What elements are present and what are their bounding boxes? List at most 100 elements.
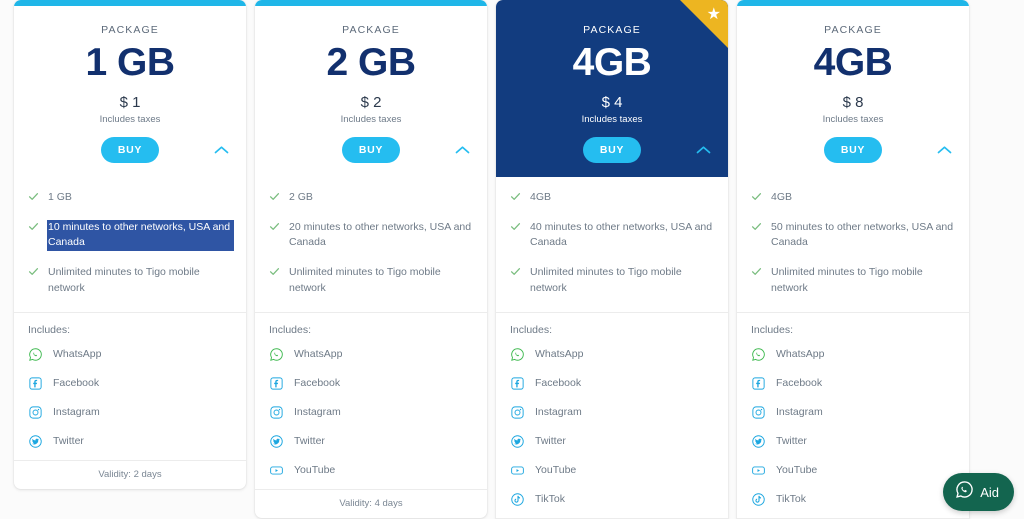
app-item: Facebook	[751, 369, 955, 398]
feature-text: 4GB	[530, 190, 552, 203]
app-item: WhatsApp	[751, 340, 955, 369]
facebook-icon	[752, 377, 765, 390]
twitter-icon	[511, 434, 524, 448]
package-size: 4GB	[813, 41, 893, 84]
feature-text: Unlimited minutes to Tigo mobile network	[530, 266, 682, 294]
chevron-up-icon[interactable]	[212, 141, 230, 159]
package-label: PACKAGE	[824, 24, 882, 36]
instagram-icon	[29, 406, 42, 419]
feature-text: 2 GB	[289, 190, 313, 203]
feature-item: Unlimited minutes to Tigo mobile network	[510, 258, 714, 304]
package-size: 1 GB	[85, 41, 175, 84]
instagram-icon	[270, 406, 283, 419]
feature-list: 4GB 40 minutes to other networks, USA and…	[496, 177, 728, 306]
check-icon	[751, 222, 762, 230]
twitter-icon	[270, 434, 283, 448]
instagram-icon	[752, 406, 765, 419]
whatsapp-icon	[955, 480, 974, 504]
feature-item: 20 minutes to other networks, USA and Ca…	[269, 213, 473, 259]
validity-footer: Validity: 4 days	[255, 488, 487, 518]
chevron-up-icon[interactable]	[935, 141, 953, 159]
whatsapp-icon	[29, 347, 42, 361]
card-header: PACKAGE 1 GB $ 1 Includes taxes BUY	[14, 6, 246, 177]
whatsapp-icon	[270, 347, 283, 361]
chevron-up-icon[interactable]	[453, 141, 471, 159]
feature-list: 2 GB 20 minutes to other networks, USA an…	[255, 177, 487, 306]
check-icon	[28, 192, 39, 200]
app-item: Facebook	[510, 369, 714, 398]
feature-item: 10 minutes to other networks, USA and Ca…	[28, 213, 232, 259]
app-name: YouTube	[776, 464, 818, 477]
app-name: TikTok	[535, 493, 565, 506]
facebook-icon	[511, 377, 524, 390]
includes-label: Includes:	[269, 323, 312, 336]
package-price: $ 4	[601, 93, 623, 111]
youtube-icon	[752, 466, 765, 475]
app-item: Instagram	[269, 398, 473, 427]
check-icon	[751, 192, 762, 200]
included-apps-list: WhatsApp Facebook Instagram Twitter YouTube	[255, 340, 487, 489]
feature-item: Unlimited minutes to Tigo mobile network	[751, 258, 955, 304]
app-item: Instagram	[28, 398, 232, 427]
feature-text: Unlimited minutes to Tigo mobile network	[771, 266, 923, 294]
app-item: YouTube	[751, 456, 955, 485]
check-icon	[510, 222, 521, 230]
app-name: YouTube	[535, 464, 577, 477]
app-name: WhatsApp	[776, 348, 825, 361]
package-price: $ 1	[119, 93, 141, 111]
app-name: Instagram	[776, 406, 823, 419]
check-icon	[269, 192, 280, 200]
app-item: Instagram	[751, 398, 955, 427]
app-name: Twitter	[535, 435, 566, 448]
buy-row: BUY	[265, 136, 477, 163]
included-apps-list: WhatsApp Facebook Instagram Twitter	[14, 340, 246, 460]
app-item: TikTok	[510, 485, 714, 514]
app-name: WhatsApp	[535, 348, 584, 361]
feature-text: 50 minutes to other networks, USA and Ca…	[771, 220, 954, 249]
package-label: PACKAGE	[101, 24, 159, 36]
buy-row: BUY	[24, 136, 236, 163]
star-icon: ★	[706, 6, 721, 23]
feature-item: 50 minutes to other networks, USA and Ca…	[751, 213, 955, 259]
includes-label: Includes:	[510, 323, 553, 336]
feature-text: 20 minutes to other networks, USA and Ca…	[289, 220, 472, 249]
package-taxes-note: Includes taxes	[99, 113, 161, 125]
app-name: Instagram	[53, 406, 100, 419]
youtube-icon	[270, 466, 283, 475]
feature-item: 2 GB	[269, 183, 473, 213]
twitter-icon	[752, 434, 765, 448]
whatsapp-icon	[752, 347, 765, 361]
buy-row: BUY	[506, 136, 718, 163]
feature-text: 10 minutes to other networks, USA and Ca…	[48, 219, 232, 252]
whatsapp-aid-button[interactable]: Aid	[943, 473, 1014, 511]
buy-row: BUY	[747, 136, 959, 163]
app-item: Twitter	[28, 427, 232, 456]
feature-item: Unlimited minutes to Tigo mobile network	[28, 258, 232, 304]
package-price: $ 8	[842, 93, 864, 111]
app-item: Twitter	[751, 427, 955, 456]
buy-button[interactable]: BUY	[823, 136, 883, 163]
check-icon	[269, 222, 280, 230]
card-header: PACKAGE 4GB $ 8 Includes taxes BUY	[737, 6, 969, 177]
app-name: TikTok	[776, 493, 806, 506]
feature-text: Unlimited minutes to Tigo mobile network	[289, 266, 441, 294]
check-icon	[510, 192, 521, 200]
app-item: Instagram	[510, 398, 714, 427]
package-size: 2 GB	[326, 41, 416, 84]
youtube-icon	[511, 466, 524, 475]
app-item: WhatsApp	[510, 340, 714, 369]
buy-button[interactable]: BUY	[582, 136, 642, 163]
chevron-up-icon[interactable]	[694, 141, 712, 159]
feature-item: 1 GB	[28, 183, 232, 213]
app-item: WhatsApp	[28, 340, 232, 369]
app-item: Facebook	[269, 369, 473, 398]
package-size: 4GB	[572, 41, 652, 84]
buy-button[interactable]: BUY	[341, 136, 401, 163]
package-price: $ 2	[360, 93, 382, 111]
app-item: Twitter	[269, 427, 473, 456]
buy-button[interactable]: BUY	[100, 136, 160, 163]
app-name: Facebook	[294, 377, 341, 390]
app-name: Facebook	[776, 377, 823, 390]
feature-item: 40 minutes to other networks, USA and Ca…	[510, 213, 714, 259]
check-icon	[751, 268, 762, 276]
